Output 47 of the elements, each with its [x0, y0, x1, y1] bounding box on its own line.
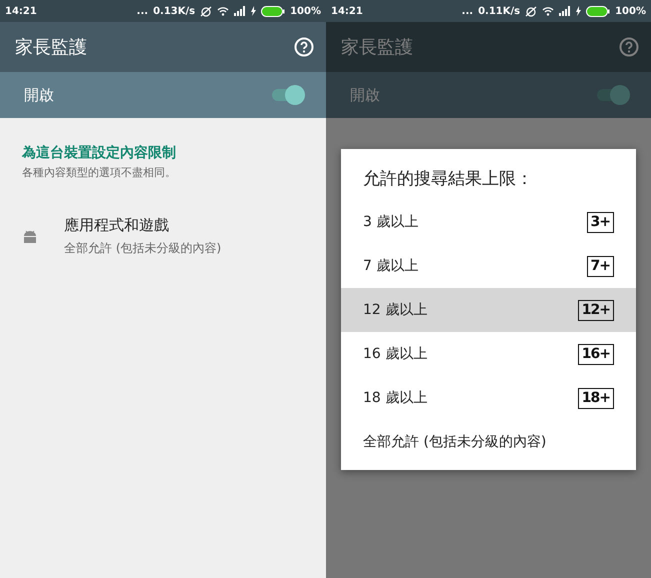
- wifi-icon: [542, 6, 554, 16]
- toggle-label: 開啟: [24, 86, 54, 104]
- age-rating-badge: 12+: [578, 300, 614, 320]
- app-title: 家長監護: [15, 36, 87, 59]
- dialog-option[interactable]: 7 歲以上 7+: [341, 244, 636, 288]
- help-icon[interactable]: [619, 37, 639, 57]
- option-label: 全部允許 (包括未分級的內容): [363, 433, 546, 451]
- android-icon: [22, 230, 38, 244]
- age-rating-badge: 18+: [578, 388, 614, 408]
- dialog-option[interactable]: 18 歲以上 18+: [341, 376, 636, 420]
- help-icon[interactable]: [294, 37, 314, 57]
- notification-more: ...: [462, 6, 474, 16]
- age-rating-badge: 16+: [578, 344, 614, 364]
- battery-icon: [261, 6, 286, 16]
- alarm-off-icon: [200, 6, 212, 16]
- charging-icon: [251, 6, 256, 16]
- charging-icon: [576, 6, 582, 16]
- dialog-option[interactable]: 全部允許 (包括未分級的內容): [341, 420, 636, 464]
- section-subtitle: 各種內容類型的選項不盡相同。: [22, 165, 177, 180]
- status-time: 14:21: [331, 6, 363, 16]
- battery-icon: [586, 6, 610, 16]
- age-rating-badge: 3+: [586, 212, 614, 232]
- option-label: 3 歲以上: [363, 213, 418, 231]
- wifi-icon: [217, 6, 230, 16]
- notification-more: ...: [136, 6, 148, 16]
- battery-level: 100%: [615, 6, 646, 16]
- battery-level: 100%: [290, 6, 321, 16]
- option-label: 18 歲以上: [363, 389, 428, 407]
- signal-icon: [234, 6, 246, 16]
- item-subtitle: 全部允許 (包括未分級的內容): [64, 240, 222, 257]
- age-rating-badge: 7+: [586, 256, 614, 276]
- network-speed: 0.11K/s: [478, 6, 520, 16]
- dialog-option[interactable]: 3 歲以上 3+: [341, 200, 636, 244]
- option-label: 7 歲以上: [363, 257, 418, 275]
- network-speed: 0.13K/s: [153, 6, 196, 16]
- toggle-label: 開啟: [350, 86, 380, 104]
- dialog-option[interactable]: 16 歲以上 16+: [341, 332, 636, 376]
- signal-icon: [559, 6, 572, 16]
- alarm-off-icon: [525, 6, 538, 16]
- app-title: 家長監護: [341, 36, 413, 59]
- option-label: 12 歲以上: [363, 301, 428, 319]
- item-title[interactable]: 應用程式和遊戲: [64, 216, 222, 235]
- section-title: 為這台裝置設定內容限制: [22, 144, 177, 162]
- option-label: 16 歲以上: [363, 345, 428, 363]
- dialog-title: 允許的搜尋結果上限：: [362, 168, 534, 191]
- dialog-option[interactable]: 12 歲以上 12+: [341, 288, 636, 332]
- status-time: 14:21: [5, 6, 37, 16]
